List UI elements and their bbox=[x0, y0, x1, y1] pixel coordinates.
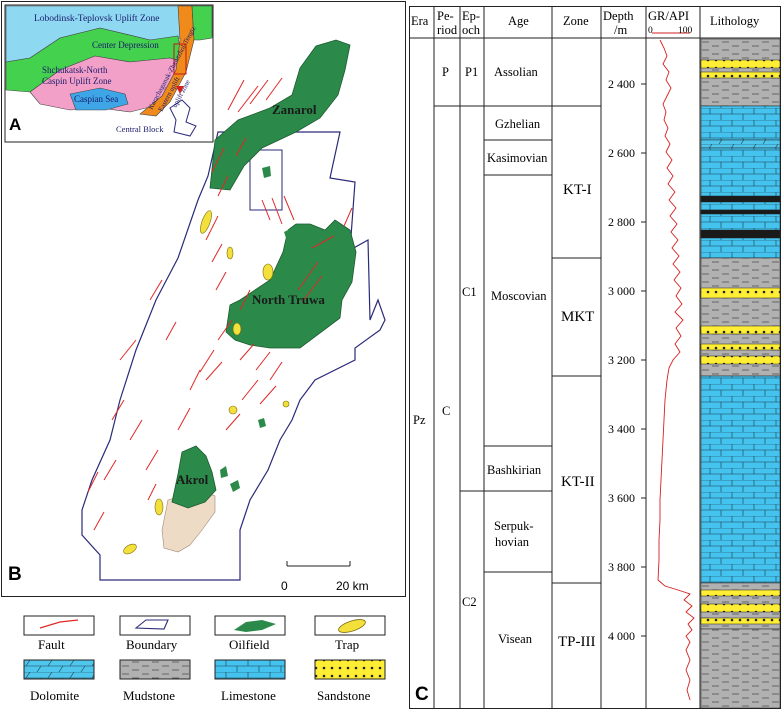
legend-mudstone-swatch bbox=[119, 659, 191, 680]
header-era: Era bbox=[411, 14, 429, 28]
scale-start: 0 bbox=[281, 579, 288, 593]
epoch-c1: C1 bbox=[462, 285, 477, 299]
lithology-column bbox=[700, 38, 781, 709]
header-epoch-2: och bbox=[462, 23, 481, 37]
depth-4000: 4 000 bbox=[608, 629, 635, 643]
header-period-1: Pe- bbox=[437, 9, 454, 23]
depth-labels: 2 400 2 600 2 800 3 000 3 200 3 400 3 60… bbox=[608, 77, 635, 643]
epoch-p1: P1 bbox=[465, 65, 478, 79]
depth-3400: 3 400 bbox=[608, 422, 635, 436]
legend-dolomite-label: Dolomite bbox=[30, 688, 79, 703]
zone-tp-iii: TP-III bbox=[558, 634, 596, 650]
age-moscovian: Moscovian bbox=[491, 289, 547, 303]
panel-a-inset: Lobodinsk-Teplovsk Uplift Zone Center De… bbox=[4, 4, 214, 143]
period-p: P bbox=[442, 65, 449, 79]
header-depth-2: /m bbox=[614, 23, 627, 37]
depth-2600: 2 600 bbox=[608, 146, 635, 160]
age-serpukhovian-2: hovian bbox=[495, 535, 530, 549]
legend-limestone-swatch bbox=[214, 659, 286, 680]
legend-dolomite-swatch bbox=[23, 659, 95, 680]
legend-boundary-label: Boundary bbox=[126, 637, 178, 652]
depth-2400: 2 400 bbox=[608, 77, 635, 91]
legend-mudstone-label: Mudstone bbox=[123, 688, 175, 703]
age-bashkirian: Bashkirian bbox=[487, 463, 542, 477]
epoch-c2: C2 bbox=[462, 595, 477, 609]
depth-2800: 2 800 bbox=[608, 215, 635, 229]
legend-fault-swatch bbox=[23, 615, 95, 636]
age-kasimovian: Kasimovian bbox=[487, 151, 548, 165]
depth-3600: 3 600 bbox=[608, 491, 635, 505]
depth-3800: 3 800 bbox=[608, 560, 635, 574]
zone-label-shchukatsk-1: Shchukatsk-North bbox=[42, 65, 108, 75]
panel-c-letter: C bbox=[415, 684, 429, 705]
legend-boundary-swatch bbox=[119, 615, 191, 636]
field-label-north-truwa: North Truwa bbox=[252, 292, 325, 307]
age-gzhelian: Gzhelian bbox=[495, 117, 541, 131]
zone-label-shchukatsk-2: Caspin Uplift Zone bbox=[42, 76, 112, 86]
figure: Lobodinsk-Teplovsk Uplift Zone Center De… bbox=[1, 1, 781, 709]
period-c: C bbox=[442, 404, 450, 418]
zone-label-lobodinsk: Lobodinsk-Teplovsk Uplift Zone bbox=[34, 13, 159, 24]
header-period-2: riod bbox=[437, 23, 458, 37]
trap-8 bbox=[282, 400, 290, 408]
panel-a-letter: A bbox=[9, 115, 21, 134]
age-serpukhovian-1: Serpuk- bbox=[494, 519, 534, 533]
zone-label-center: Center Depression bbox=[92, 40, 159, 50]
zone-kt-i: KT-I bbox=[563, 182, 592, 198]
trap-5 bbox=[228, 405, 238, 415]
depth-3000: 3 000 bbox=[608, 284, 635, 298]
legend-limestone-label: Limestone bbox=[221, 688, 276, 703]
legend-fault-label: Fault bbox=[38, 637, 65, 652]
legend-trap-label: Trap bbox=[335, 637, 359, 652]
header-gr-min: 0 bbox=[648, 26, 653, 36]
header-depth-1: Depth bbox=[603, 9, 634, 23]
trap-4 bbox=[226, 246, 234, 260]
header-gr-max: 100 bbox=[678, 26, 693, 36]
trap-3 bbox=[232, 322, 242, 336]
age-visean: Visean bbox=[498, 632, 533, 646]
zone-east-green bbox=[191, 5, 213, 41]
legend: Fault Boundary Oilfield Trap Dolomite Mu… bbox=[23, 615, 386, 703]
legend-oilfield-label: Oilfield bbox=[229, 637, 270, 652]
header-lithology: Lithology bbox=[710, 14, 760, 28]
trap-6 bbox=[154, 498, 164, 516]
header-zone: Zone bbox=[563, 14, 589, 28]
header-age: Age bbox=[508, 14, 529, 28]
zone-label-caspian: Caspian Sea bbox=[74, 94, 118, 104]
central-block-label: Central Block bbox=[116, 124, 164, 134]
column-headers: Era Pe- riod Ep- och Age Zone Depth /m G… bbox=[411, 9, 760, 37]
field-label-zanarol: Zanarol bbox=[272, 102, 317, 117]
field-label-akrol: Akrol bbox=[176, 472, 209, 487]
zone-mkt: MKT bbox=[561, 309, 594, 325]
gr-log-curve bbox=[657, 39, 695, 701]
depth-3200: 3 200 bbox=[608, 353, 635, 367]
era-pz: Pz bbox=[413, 413, 426, 427]
legend-sandstone-label: Sandstone bbox=[317, 688, 371, 703]
header-epoch-1: Ep- bbox=[462, 9, 480, 23]
scale-end: 20 km bbox=[336, 579, 369, 593]
zone-kt-ii: KT-II bbox=[561, 474, 595, 490]
column-labels: Pz P C P1 C1 C2 Assolian Gzhelian Kasimo… bbox=[413, 65, 596, 650]
panel-b-letter: B bbox=[8, 564, 22, 585]
trap-2 bbox=[262, 263, 274, 281]
legend-sandstone-swatch bbox=[314, 659, 386, 680]
header-gr: GR/API bbox=[648, 9, 689, 23]
age-assolian: Assolian bbox=[494, 65, 539, 79]
